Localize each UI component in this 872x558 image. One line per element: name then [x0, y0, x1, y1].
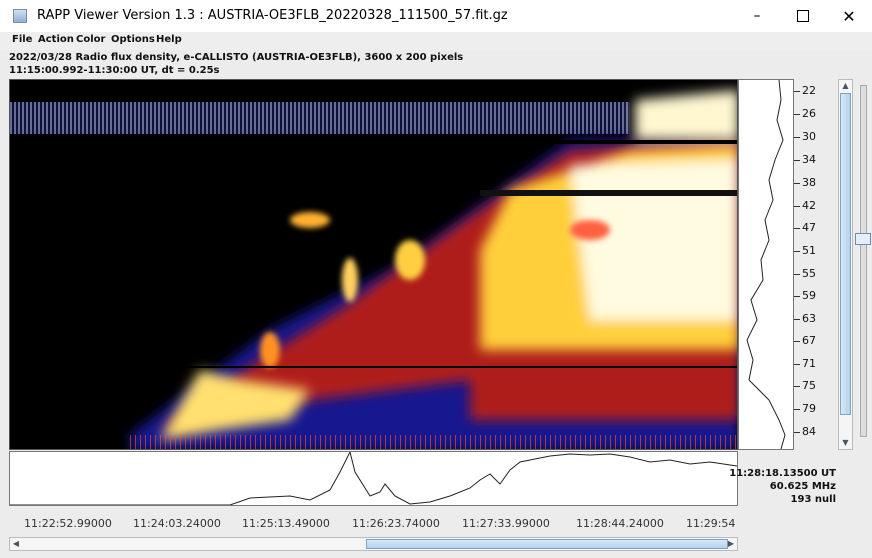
cursor-freq-readout: 60.625 MHz [769, 481, 836, 492]
spectrogram-image[interactable] [9, 79, 738, 450]
scroll-left-button[interactable]: ◀ [10, 538, 22, 550]
header-line-2: 11:15:00.992-11:30:00 UT, dt = 0.25s [9, 65, 220, 76]
freq-tick-label: 30 [802, 130, 816, 143]
menu-color[interactable]: Color [76, 34, 105, 45]
scroll-up-button[interactable]: ▲ [839, 80, 852, 92]
spectrogram-svg [10, 80, 737, 449]
window-title: RAPP Viewer Version 1.3 : AUSTRIA-OE3FLB… [37, 8, 508, 23]
title-bar: RAPP Viewer Version 1.3 : AUSTRIA-OE3FLB… [0, 0, 872, 32]
close-button[interactable]: ✕ [826, 0, 872, 32]
close-icon: ✕ [842, 6, 856, 26]
time-tick-label: 11:25:13.49000 [242, 517, 330, 530]
freq-tick-label: 51 [802, 244, 816, 257]
time-tick-label: 11:26:23.74000 [352, 517, 440, 530]
java-app-icon [13, 9, 27, 23]
freq-tick-label: 47 [802, 221, 816, 234]
freq-tick-label: 34 [802, 153, 816, 166]
time-tick-label: 11:28:44.24000 [576, 517, 664, 530]
time-tick-label: 11:29:54.4 [686, 517, 736, 530]
freq-tick-label: 22 [802, 84, 816, 97]
cursor-value-readout: 193 null [790, 494, 836, 505]
maximize-icon [797, 10, 809, 22]
slider-thumb[interactable] [855, 233, 871, 245]
maximize-button[interactable] [780, 0, 826, 32]
frequency-axis: 22 26 30 34 38 42 47 51 55 59 63 67 71 7… [794, 79, 834, 450]
freq-tick-label: 84 [802, 425, 816, 438]
minimize-icon: – [753, 8, 761, 24]
freq-tick-label: 79 [802, 402, 816, 415]
menu-file[interactable]: File [12, 34, 32, 45]
freq-tick-label: 63 [802, 312, 816, 325]
menu-help[interactable]: Help [156, 34, 182, 45]
time-tick-label: 11:22:52.99000 [24, 517, 112, 530]
frequency-profile-svg [746, 79, 786, 450]
time-tick-label: 11:27:33.99000 [462, 517, 550, 530]
slider-track [860, 85, 867, 437]
freq-tick-label: 59 [802, 289, 816, 302]
freq-tick-label: 75 [802, 379, 816, 392]
freq-tick-label: 38 [802, 176, 816, 189]
scroll-down-button[interactable]: ▼ [839, 437, 852, 449]
header-line-1: 2022/03/28 Radio flux density, e-CALLIST… [9, 52, 464, 63]
frequency-profile [738, 79, 794, 450]
horizontal-scrollbar[interactable]: ◀ ▶ [9, 537, 738, 551]
horizontal-scroll-thumb[interactable] [366, 539, 728, 549]
freq-tick-label: 55 [802, 267, 816, 280]
vertical-scrollbar[interactable]: ▲ ▼ [838, 79, 853, 450]
cursor-time-readout: 11:28:18.13500 UT [729, 468, 836, 479]
time-tick-label: 11:24:03.24000 [133, 517, 221, 530]
vertical-scroll-thumb[interactable] [840, 93, 851, 415]
minimize-button[interactable]: – [734, 0, 780, 32]
light-curve [9, 450, 738, 506]
freq-tick-label: 71 [802, 357, 816, 370]
freq-tick-label: 26 [802, 107, 816, 120]
scroll-right-button[interactable]: ▶ [725, 538, 737, 550]
menu-action[interactable]: Action [38, 34, 74, 45]
light-curve-svg [10, 450, 738, 506]
intensity-slider[interactable] [853, 79, 872, 450]
freq-tick-label: 67 [802, 334, 816, 347]
freq-tick-label: 42 [802, 199, 816, 212]
menu-options[interactable]: Options [111, 34, 155, 45]
